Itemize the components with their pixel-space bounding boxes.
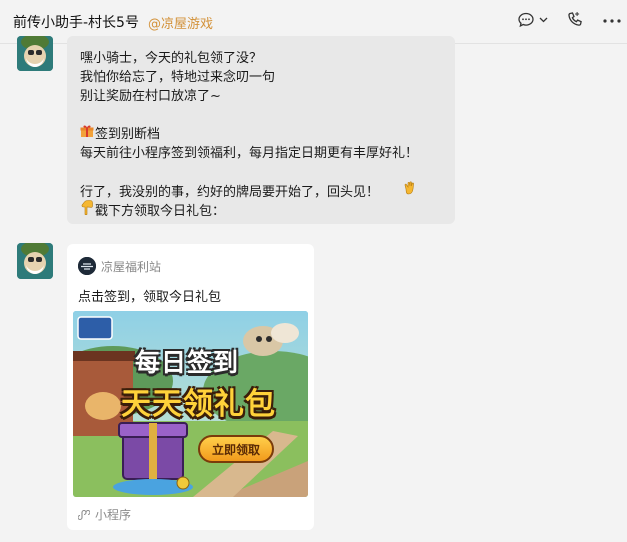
mini-program-icon bbox=[78, 509, 90, 521]
pointing-down-icon bbox=[80, 199, 94, 219]
card-source: 凉屋福利站 bbox=[78, 257, 161, 275]
mini-program-label: 小程序 bbox=[95, 508, 132, 522]
gift-icon bbox=[80, 123, 94, 142]
channel-tag[interactable]: @凉屋游戏 bbox=[148, 13, 213, 32]
avatar[interactable] bbox=[17, 36, 53, 71]
card-title: 点击签到，领取今日礼包 bbox=[78, 290, 222, 305]
chevron-down-icon[interactable] bbox=[539, 16, 548, 24]
avatar[interactable] bbox=[17, 243, 53, 279]
message-text: 戳下方领取今日礼包： bbox=[95, 204, 226, 219]
source-logo-icon bbox=[78, 257, 96, 275]
mini-program-card[interactable]: 凉屋福利站 点击签到，领取今日礼包 每日签到 天天领礼包 立即领取 小程序 bbox=[67, 244, 314, 530]
claim-now-button[interactable]: 立即领取 bbox=[198, 435, 274, 463]
chat-icon[interactable] bbox=[517, 11, 535, 29]
card-banner-image[interactable]: 每日签到 天天领礼包 立即领取 bbox=[73, 311, 308, 497]
banner-subheadline: 天天领礼包 bbox=[121, 387, 276, 422]
message-text: 我怕你给忘了，特地过来念叨一句 bbox=[80, 70, 276, 85]
phone-icon[interactable] bbox=[566, 11, 586, 29]
more-icon[interactable] bbox=[603, 19, 621, 23]
banner-headline: 每日签到 bbox=[135, 348, 240, 377]
message-text: 签到别断档 bbox=[95, 127, 161, 142]
message-text: 别让奖励在村口放凉了~ bbox=[80, 89, 221, 104]
chat-title[interactable]: 前传小助手-村长5号 bbox=[13, 12, 139, 32]
card-source-name: 凉屋福利站 bbox=[101, 259, 162, 274]
waving-hand-icon bbox=[402, 180, 418, 200]
message-text: 嘿小骑士，今天的礼包领了没？ bbox=[80, 51, 263, 66]
message-text: 每天前往小程序签到领福利，每月指定日期更有丰厚好礼！ bbox=[80, 146, 419, 161]
card-footer: 小程序 bbox=[78, 506, 131, 523]
message-text: 行了，我没别的事，约好的牌局要开始了，回头见！ bbox=[80, 185, 380, 200]
